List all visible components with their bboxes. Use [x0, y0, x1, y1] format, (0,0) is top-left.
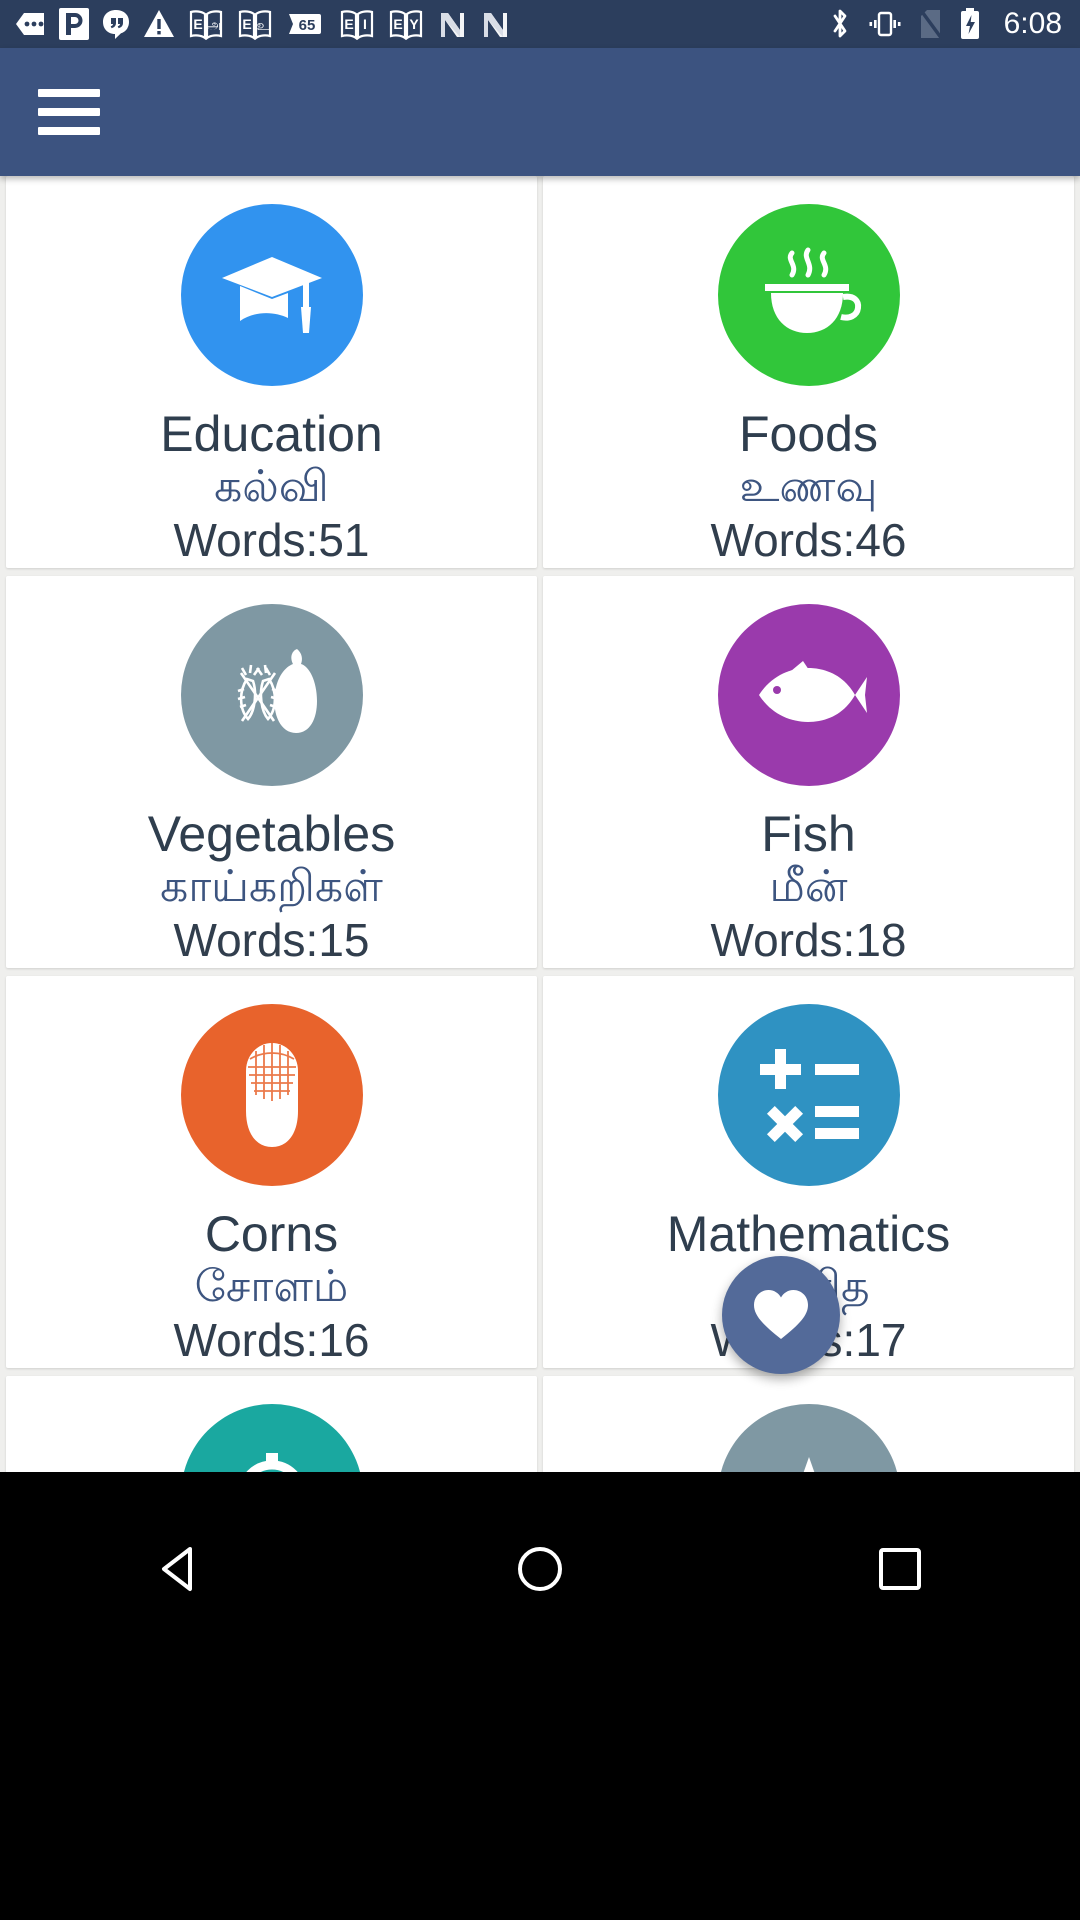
- status-bar: Eஅ Eஉ 65 EI EY 6:08: [0, 0, 1080, 48]
- category-card-foods[interactable]: Foods உணவு Words:46: [543, 176, 1074, 568]
- corn-icon: [245, 1043, 298, 1147]
- recents-square-icon: [879, 1548, 921, 1590]
- svg-text:உ: உ: [257, 17, 270, 33]
- category-row-partial: [0, 1376, 1080, 1472]
- nougat-n-icon: [437, 8, 467, 40]
- category-native-title: மீன்: [769, 862, 848, 911]
- category-row: Corns சோளம் Words:16 Mathematics கண: [0, 976, 1080, 1376]
- category-icon-circle: [180, 1404, 363, 1472]
- category-icon-circle: [717, 604, 900, 786]
- category-title: Foods: [739, 406, 878, 462]
- vibrate-icon: [866, 9, 904, 39]
- category-icon-circle: [717, 1004, 900, 1186]
- hamburger-bar-1: [38, 89, 100, 97]
- category-card-partial-right[interactable]: [543, 1376, 1074, 1472]
- pushbullet-icon: [59, 8, 89, 40]
- app-bar: [0, 48, 1080, 176]
- category-native-title: உணவு: [739, 462, 878, 511]
- category-title: Corns: [204, 1206, 339, 1262]
- category-icon-circle: [180, 204, 363, 386]
- status-bar-clock: 6:08: [1003, 7, 1062, 40]
- category-icon-circle: [717, 1404, 900, 1472]
- category-card-corns[interactable]: Corns சோளம் Words:16: [6, 976, 537, 1368]
- vegetables-icon: [237, 649, 317, 733]
- hamburger-menu-icon[interactable]: [38, 89, 100, 135]
- svg-text:E: E: [193, 16, 202, 32]
- svg-text:65: 65: [299, 17, 316, 34]
- svg-text:E: E: [242, 16, 251, 32]
- nougat-n-2-icon: [480, 8, 510, 40]
- status-bar-right-icons: 6:08: [828, 7, 1062, 41]
- category-title: Fish: [761, 806, 856, 862]
- category-row: Vegetables காய்கறிகள் Words:15 Fish மீன்…: [0, 576, 1080, 976]
- category-grid[interactable]: Education கல்வி Words:51 Foods உணவு Word…: [0, 176, 1080, 1472]
- back-triangle-icon: [162, 1547, 192, 1591]
- hangouts-quote-icon: [102, 8, 130, 40]
- dictionary-en-hi-icon: EI: [339, 8, 375, 40]
- coffee-cup-icon: [764, 247, 861, 333]
- battery-65-icon: 65: [286, 9, 326, 39]
- svg-text:I: I: [363, 16, 367, 32]
- fish-icon: [758, 661, 867, 722]
- bluetooth-icon: [828, 7, 852, 41]
- nav-back-button[interactable]: [90, 1524, 270, 1614]
- messages-dots-icon: [14, 10, 46, 38]
- category-card-education[interactable]: Education கல்வி Words:51: [6, 176, 537, 568]
- category-card-partial-left[interactable]: [6, 1376, 537, 1472]
- category-title: Education: [160, 406, 383, 462]
- battery-charging-icon: [958, 7, 982, 41]
- app-screen: Eஅ Eஉ 65 EI EY 6:08 Education கல்வி Word…: [0, 0, 1080, 1920]
- math-symbols-icon: [759, 1049, 859, 1143]
- nav-home-button[interactable]: [450, 1524, 630, 1614]
- category-word-count: Words:51: [173, 513, 370, 566]
- nav-recents-button[interactable]: [810, 1524, 990, 1614]
- favorites-fab-button[interactable]: [722, 1256, 840, 1374]
- category-title: Mathematics: [666, 1206, 951, 1262]
- dictionary-en-ta-2-icon: Eஉ: [237, 8, 273, 40]
- category-card-vegetables[interactable]: Vegetables காய்கறிகள் Words:15: [6, 576, 537, 968]
- android-navigation-bar: [0, 1472, 1080, 1920]
- category-native-title: காய்கறிகள்: [160, 862, 383, 911]
- category-row: Education கல்வி Words:51 Foods உணவு Word…: [0, 176, 1080, 576]
- svg-text:E: E: [393, 16, 402, 32]
- category-card-fish[interactable]: Fish மீன் Words:18: [543, 576, 1074, 968]
- category-word-count: Words:16: [173, 1313, 370, 1366]
- graduation-cap-icon: [221, 257, 322, 333]
- status-bar-left-icons: Eஅ Eஉ 65 EI EY: [14, 8, 828, 40]
- svg-text:அ: அ: [207, 17, 221, 32]
- hamburger-bar-2: [38, 108, 100, 116]
- category-word-count: Words:15: [173, 913, 370, 966]
- category-title: Vegetables: [147, 806, 396, 862]
- category-icon-circle: [180, 604, 363, 786]
- category-icon-circle: [180, 1004, 363, 1186]
- svg-text:Y: Y: [409, 16, 419, 32]
- hamburger-bar-3: [38, 127, 100, 135]
- no-sim-icon: [918, 8, 944, 40]
- dictionary-en-ta-icon: Eஅ: [188, 8, 224, 40]
- heart-icon: [754, 1290, 808, 1339]
- svg-text:E: E: [344, 16, 353, 32]
- category-word-count: Words:18: [710, 913, 907, 966]
- partial-gray-icon: [803, 1457, 814, 1472]
- home-circle-icon: [518, 1547, 562, 1591]
- category-word-count: Words:46: [710, 513, 907, 566]
- category-native-title: சோளம்: [194, 1262, 349, 1311]
- dictionary-en-yi-icon: EY: [388, 8, 424, 40]
- partial-teal-icon: [245, 1453, 298, 1472]
- category-native-title: கல்வி: [214, 462, 329, 511]
- warning-triangle-icon: [143, 9, 175, 39]
- category-icon-circle: [717, 204, 900, 386]
